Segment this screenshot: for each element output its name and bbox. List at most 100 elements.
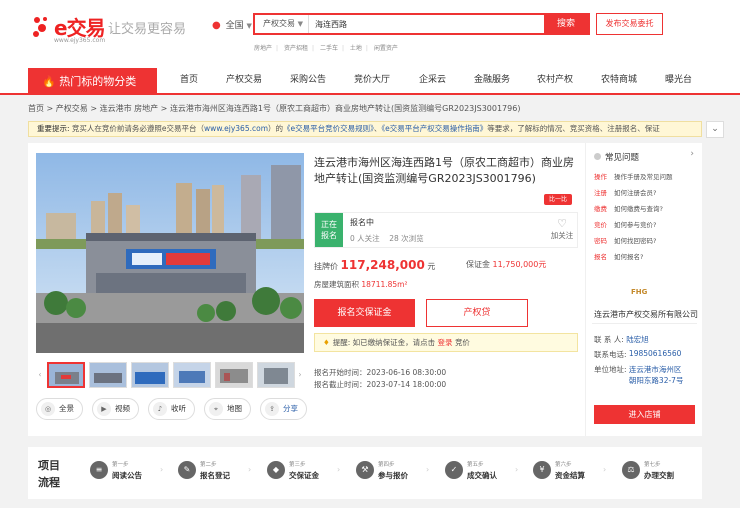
faq-item[interactable]: 竞价 如何参与竞价? — [594, 219, 656, 229]
step-name: 阅读公告 — [112, 471, 142, 480]
nav-item-specialty-mall[interactable]: 农特商城 — [601, 68, 637, 93]
microphone-icon: ♪ — [153, 402, 167, 416]
location-pin-icon: ● — [212, 20, 221, 31]
breadcrumb-item[interactable]: 连云港市 房地产 — [100, 104, 159, 113]
notice-link-guide[interactable]: 《e交易平台产权交易操作指南》 — [381, 124, 487, 133]
thumbnail[interactable] — [173, 362, 211, 388]
faq-more-link[interactable]: › — [690, 149, 694, 159]
login-link[interactable]: 登录 — [438, 338, 453, 347]
nav-item-home[interactable]: 首页 — [180, 68, 198, 93]
tool-label: 全景 — [59, 404, 74, 413]
thumb-next-button[interactable]: › — [296, 367, 304, 383]
map-button[interactable]: ⌖ 地图 — [204, 398, 251, 420]
org-address: 单位地址: 连云港市海州区 朝阳东路32-7号 — [594, 364, 683, 386]
faq-item[interactable]: 缴费 如何缴费与查询? — [594, 203, 663, 213]
search-type-label: 产权交易 — [263, 19, 295, 28]
category-menu[interactable]: 🔥 热门标的物分类 — [28, 68, 157, 95]
notice-text: 竞买人在竞价前请务必遵照e交易平台（ — [71, 124, 205, 133]
tool-label: 分享 — [283, 404, 298, 413]
main-photo[interactable] — [36, 153, 304, 353]
follow-label: 加关注 — [550, 231, 574, 240]
notice-expand-button[interactable]: ⌄ — [706, 121, 724, 138]
nav-item-exposure[interactable]: 曝光台 — [665, 68, 692, 93]
nav-item-finance[interactable]: 金融服务 — [474, 68, 510, 93]
faq-item[interactable]: 操作 操作手册及常见问题 — [594, 171, 673, 181]
enter-store-button[interactable]: 进入店铺 — [594, 405, 695, 424]
search-button[interactable]: 搜索 — [544, 15, 588, 33]
side-panel: 常见问题 › 操作 操作手册及常见问题 注册 如何注册会员? 缴费 如何缴费与查询? … — [585, 143, 702, 436]
faq-text: 操作手册及常见问题 — [614, 173, 673, 181]
listen-button[interactable]: ♪ 收听 — [148, 398, 195, 420]
faq-dot-icon — [594, 153, 601, 160]
hot-link[interactable]: 房地产 — [254, 45, 272, 52]
thumbnail[interactable] — [257, 362, 295, 388]
org-contact: 联 系 人: 陆宏旭 — [594, 334, 649, 345]
nav-item-bidding-hall[interactable]: 竞价大厅 — [354, 68, 390, 93]
gavel-icon: ⚒ — [356, 461, 374, 479]
area-value: 18711.85m² — [361, 280, 408, 289]
followers-label: 人关注 — [357, 234, 380, 243]
address-line: 朝阳东路32-7号 — [628, 376, 684, 385]
faq-text: 如何参与竞价? — [614, 221, 657, 229]
notice-link-site[interactable]: www.ejy365.com — [204, 124, 268, 133]
thumbnail-image — [49, 364, 83, 386]
post-commission-button[interactable]: 发布交易委托 — [596, 13, 663, 35]
thumbnail[interactable] — [131, 362, 169, 388]
hot-link[interactable]: 资产招租 — [284, 45, 308, 52]
property-loan-button[interactable]: 产权贷 — [426, 299, 528, 327]
notice-text: ）的 — [268, 124, 283, 133]
org-logo: FHG — [631, 288, 648, 296]
chevron-right-icon: › — [603, 465, 607, 474]
hot-link[interactable]: 土地 — [350, 45, 362, 52]
price-value: 117,248,000 — [340, 258, 425, 272]
region-label: 全国 — [225, 21, 244, 31]
nav-item-enterprise-cloud[interactable]: 企采云 — [419, 68, 446, 93]
breadcrumb-item[interactable]: 首页 — [28, 104, 44, 113]
faq-key: 注册 — [594, 189, 607, 197]
nav-item-rural-property[interactable]: 农村产权 — [537, 68, 573, 93]
step-name: 参与报价 — [378, 471, 408, 480]
follow-button[interactable]: ♡ 加关注 — [547, 218, 577, 241]
thumbnail[interactable] — [89, 362, 127, 388]
nav-item-procurement[interactable]: 采购公告 — [290, 68, 326, 93]
faq-item[interactable]: 注册 如何注册会员? — [594, 187, 656, 197]
money-icon: ¥ — [533, 461, 551, 479]
search-type-select[interactable]: 产权交易 ▼ — [255, 15, 309, 33]
hot-link[interactable]: 闲置资产 — [374, 45, 398, 52]
faq-text: 如何找回密码? — [614, 237, 657, 245]
chevron-right-icon: › — [248, 465, 252, 474]
phone-value: 19850616560 — [628, 349, 682, 358]
login-reminder: ♦ 提醒: 如已缴纳保证金，请点击 登录 竞价 — [314, 333, 578, 352]
breadcrumb-item[interactable]: 产权交易 — [56, 104, 88, 113]
chevron-right-icon: › — [690, 149, 694, 159]
nav-item-property[interactable]: 产权交易 — [226, 68, 262, 93]
project-flow: 项目流程 ≡ 第一步 阅读公告 › ✎ 第二步 报名登记 › ◆ 第三步 交保证金 › ⚒ 第四步参… — [28, 447, 702, 499]
video-button[interactable]: ▶ 视频 — [92, 398, 139, 420]
compare-tag[interactable]: 比一比 — [544, 194, 573, 205]
shield-icon: ◆ — [267, 461, 285, 479]
faq-text: 如何缴费与查询? — [614, 205, 663, 213]
price-unit: 元 — [427, 262, 436, 271]
thumbnail-image — [216, 363, 252, 387]
thumbnail[interactable] — [215, 362, 253, 388]
notice-label: 重要提示: — [37, 124, 70, 133]
faq-item[interactable]: 密码 如何找回密码? — [594, 235, 656, 245]
panorama-button[interactable]: ◎ 全景 — [36, 398, 83, 420]
thumbnail[interactable] — [47, 362, 85, 388]
search-input[interactable] — [315, 16, 535, 32]
hot-link[interactable]: 二手车 — [320, 45, 338, 52]
divider — [592, 323, 697, 324]
faq-key: 报名 — [594, 253, 607, 261]
phone-label: 联系电话: — [594, 350, 627, 359]
notice-link-rules[interactable]: 《e交易平台竞价交易规则》 — [283, 124, 374, 133]
hot-links: 房地产 | 资产招租 | 二手车 | 土地 | 闲置资产 — [254, 45, 398, 52]
logo[interactable]: e交易 让交易更容易 www.ejy365.com — [30, 10, 190, 46]
org-name[interactable]: 连云港市产权交易所有限公司 — [594, 309, 698, 320]
step-number: 第三步 — [289, 462, 306, 468]
header: e交易 让交易更容易 www.ejy365.com ● 全国 ▼ 产权交易 ▼ … — [0, 0, 740, 68]
share-button[interactable]: ⇪ 分享 — [260, 398, 307, 420]
thumb-prev-button[interactable]: ‹ — [36, 367, 44, 383]
faq-item[interactable]: 报名 如何报名? — [594, 251, 643, 261]
apply-deposit-button[interactable]: 报名交保证金 — [314, 299, 415, 327]
region-selector[interactable]: ● 全国 ▼ — [212, 18, 252, 31]
